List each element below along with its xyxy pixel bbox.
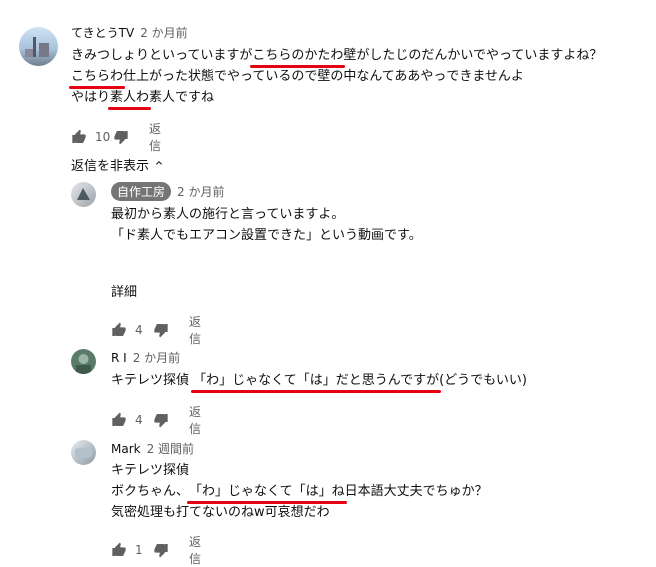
thumbs-down-icon[interactable] — [153, 322, 169, 338]
author-name[interactable]: R I — [111, 351, 127, 365]
reply-button[interactable]: 返信 — [189, 403, 207, 437]
text-segment: やはり — [71, 90, 111, 105]
thumbs-up-icon[interactable] — [71, 129, 87, 145]
timestamp[interactable]: 2 か月前 — [140, 26, 187, 40]
like-count: 1 — [135, 543, 143, 557]
avatar[interactable] — [71, 182, 96, 207]
text-segment: きみつしょりといっていますが — [71, 48, 253, 63]
underlined-text: 「わ」じゃなくて「は」ね — [187, 481, 347, 504]
comment-meta: R I 2 か月前 — [111, 349, 180, 366]
underlined-text: こちらわ — [68, 66, 126, 89]
comment-text: キテレツ探偵 「わ」じゃなくて「は」だと思うんですが(どうでもいい) — [111, 370, 527, 393]
thumbs-up-icon[interactable] — [111, 412, 127, 428]
author-badge[interactable]: 自作工房 — [111, 182, 172, 201]
comment-meta: Mark 2 週間前 — [111, 440, 194, 457]
thumbs-down-icon[interactable] — [113, 129, 129, 145]
text-line: キテレツ探偵 — [111, 463, 190, 478]
text-segment: (どうでもいい) — [439, 373, 527, 388]
comment-meta: てきとうTV 2 か月前 — [71, 24, 188, 41]
comment-actions: 4 返信 — [111, 403, 207, 437]
text-line: 気密処理も打てないのねw可哀想だわ — [111, 505, 330, 520]
avatar[interactable] — [71, 349, 96, 374]
thumbs-up-icon[interactable] — [111, 542, 127, 558]
like-count: 4 — [135, 413, 143, 427]
author-name[interactable]: Mark — [111, 442, 141, 456]
text-line: 「ド素人でもエアコン設置できた」という動画です。 — [111, 228, 422, 243]
timestamp[interactable]: 2 か月前 — [133, 351, 180, 365]
read-more-link[interactable]: 詳細 — [111, 282, 137, 303]
like-count: 10 — [95, 130, 111, 144]
text-line: 最初から素人の施行と言っていますよ。 — [111, 207, 345, 222]
timestamp[interactable]: 2 週間前 — [147, 442, 194, 456]
reply-button[interactable]: 返信 — [189, 313, 207, 347]
thumbs-down-icon[interactable] — [153, 542, 169, 558]
chevron-up-icon — [153, 157, 165, 173]
timestamp[interactable]: 2 か月前 — [177, 185, 224, 199]
comment-text: きみつしょりといっていますがこちらのかたわ壁がしたじのだんかいでやっていますよね… — [68, 45, 603, 110]
reply-button[interactable]: 返信 — [149, 120, 167, 154]
reply-button[interactable]: 返信 — [189, 533, 207, 567]
comment-actions: 4 返信 — [111, 313, 207, 347]
avatar[interactable] — [71, 440, 96, 465]
comment-text: 最初から素人の施行と言っていますよ。 「ド素人でもエアコン設置できた」という動画… — [111, 204, 422, 246]
comment-text: キテレツ探偵 ボクちゃん、「わ」じゃなくて「は」ね日本語大丈夫でちゅか？ 気密処… — [111, 460, 488, 523]
text-segment: キテレツ探偵 — [111, 373, 194, 388]
thumbs-up-icon[interactable] — [111, 322, 127, 338]
text-segment: 日本語大丈夫でちゅか？ — [344, 484, 488, 499]
comment-actions: 10 返信 — [71, 120, 167, 154]
like-count: 4 — [135, 323, 143, 337]
comment-actions: 1 返信 — [111, 533, 207, 567]
hide-replies-button[interactable]: 返信を非表示 — [71, 155, 165, 174]
avatar[interactable] — [19, 27, 58, 66]
text-segment: 素人ですね — [149, 90, 215, 105]
text-segment: ボクちゃん、 — [111, 484, 190, 499]
underlined-text: 「わ」じゃなくて「は」だと思うんですが — [191, 370, 442, 393]
thumbs-down-icon[interactable] — [153, 412, 169, 428]
underlined-text: こちらのかたわ — [250, 45, 346, 68]
author-name[interactable]: てきとうTV — [71, 26, 134, 40]
text-segment: 壁がしたじのだんかいでやっていますよね？ — [343, 48, 603, 63]
hide-replies-label: 返信を非表示 — [71, 159, 150, 174]
comment-meta: 自作工房 2 か月前 — [111, 182, 224, 201]
underlined-text: 素人わ — [108, 87, 152, 110]
text-segment: 仕上がった状態でやっているので壁の中なんてああやっできませんよ — [123, 69, 524, 84]
